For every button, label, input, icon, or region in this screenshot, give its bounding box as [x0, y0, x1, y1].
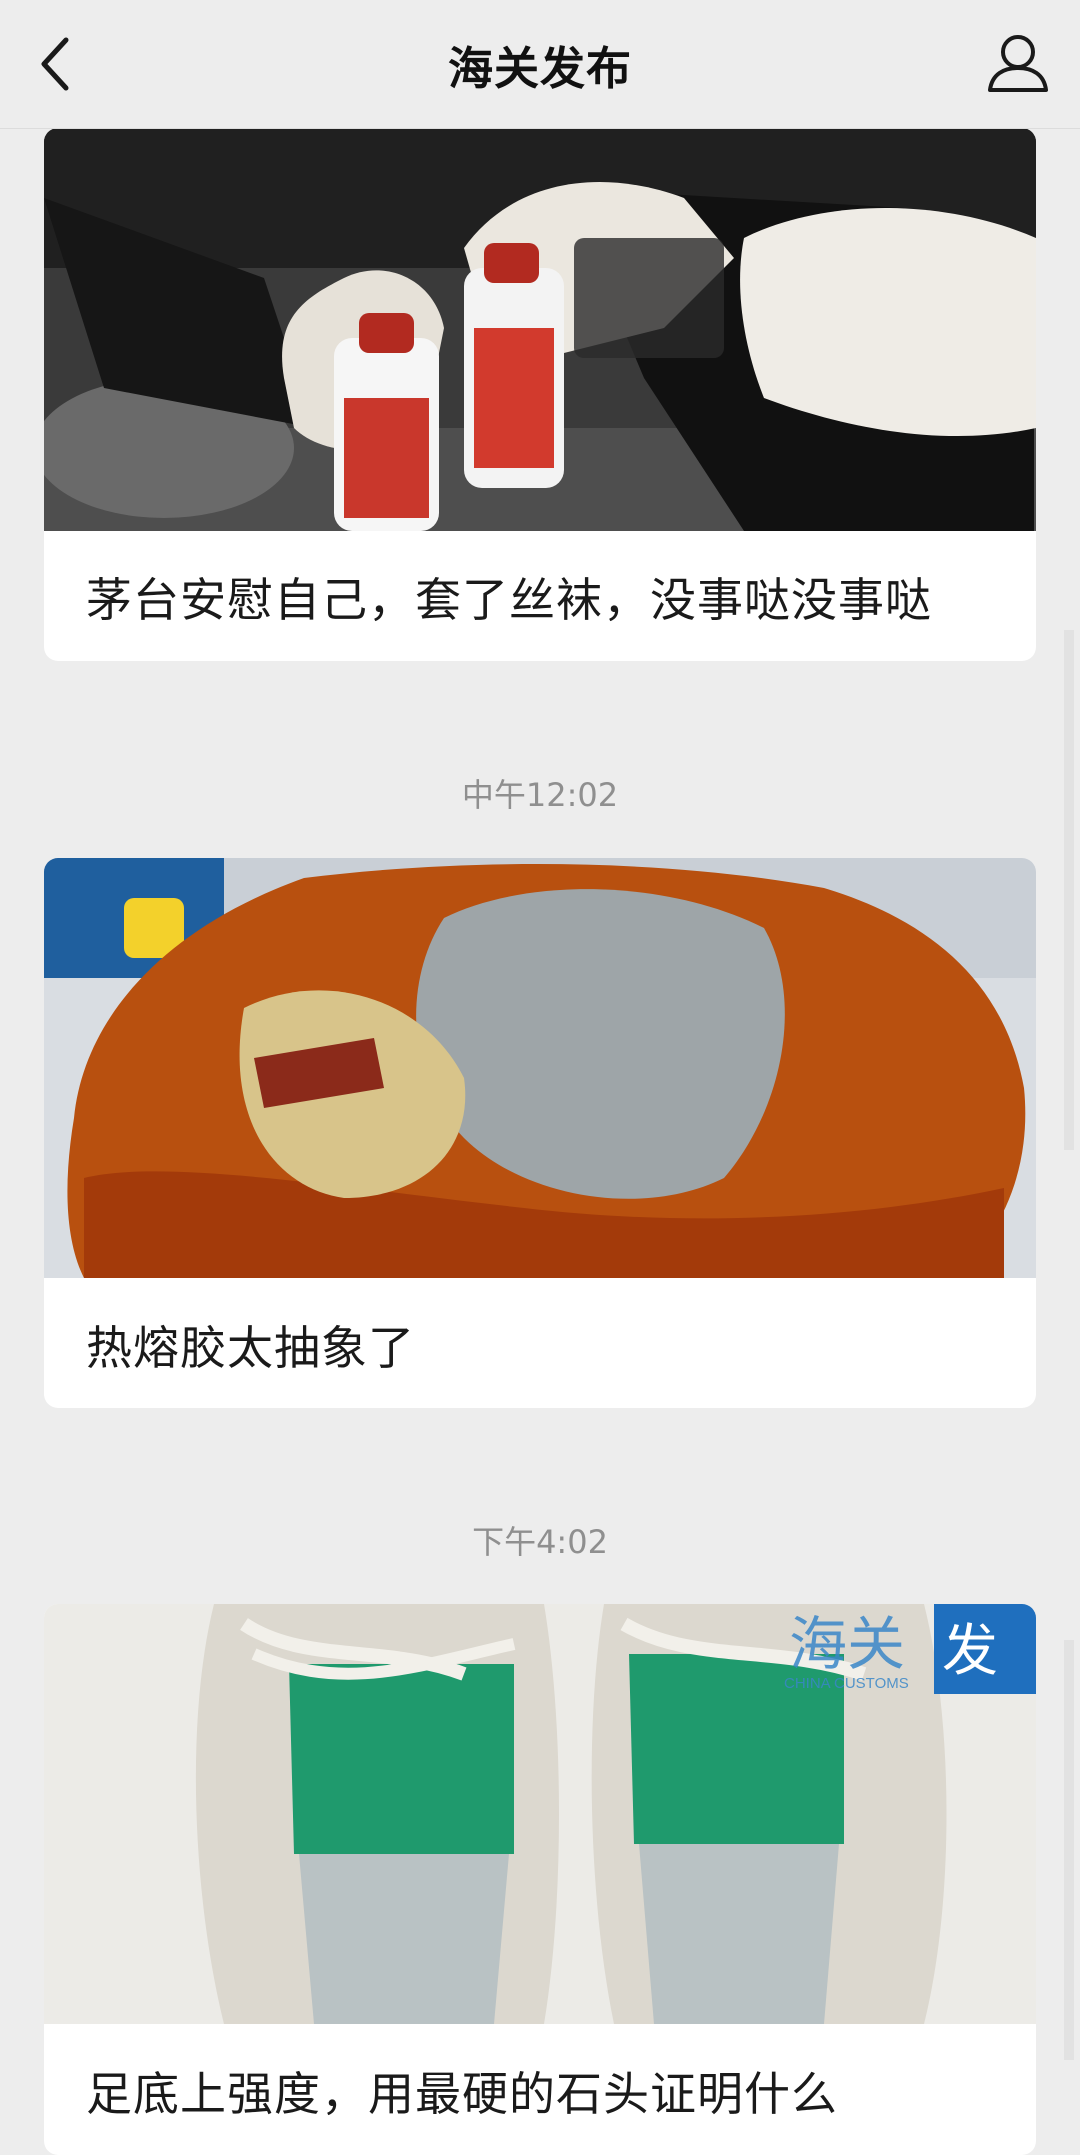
article-card[interactable]: 茅台安慰自己，套了丝袜，没事哒没事哒 [44, 128, 1036, 661]
message-timestamp: 中午12:02 [461, 776, 619, 814]
svg-text:发: 发 [942, 1619, 998, 1682]
scroll-edge [1064, 630, 1074, 1150]
article-card[interactable]: 热熔胶太抽象了 [44, 858, 1036, 1408]
svg-text:海关: 海关 [789, 1612, 905, 1677]
scroll-edge [1064, 1640, 1074, 2060]
svg-text:CHINA CUSTOMS: CHINA CUSTOMS [784, 1675, 909, 1692]
user-icon [988, 35, 1048, 92]
article-image-glue [44, 858, 1036, 1278]
article-caption: 热熔胶太抽象了 [86, 1321, 415, 1375]
top-navigation-bar: 海关发布 [0, 0, 1080, 129]
article-image-sneakers: 海关 CHINA CUSTOMS 发 [44, 1604, 1036, 2024]
page-title: 海关发布 [447, 42, 632, 95]
article-card[interactable]: 海关 CHINA CUSTOMS 发 足底上强度，用最硬的石头证明什么 [44, 1604, 1036, 2155]
article-caption: 茅台安慰自己，套了丝袜，没事哒没事哒 [86, 573, 932, 627]
message-timestamp: 下午4:02 [472, 1523, 608, 1561]
profile-button[interactable] [984, 32, 1052, 96]
article-image-moutai [44, 128, 1036, 531]
article-caption: 足底上强度，用最硬的石头证明什么 [86, 2067, 838, 2121]
